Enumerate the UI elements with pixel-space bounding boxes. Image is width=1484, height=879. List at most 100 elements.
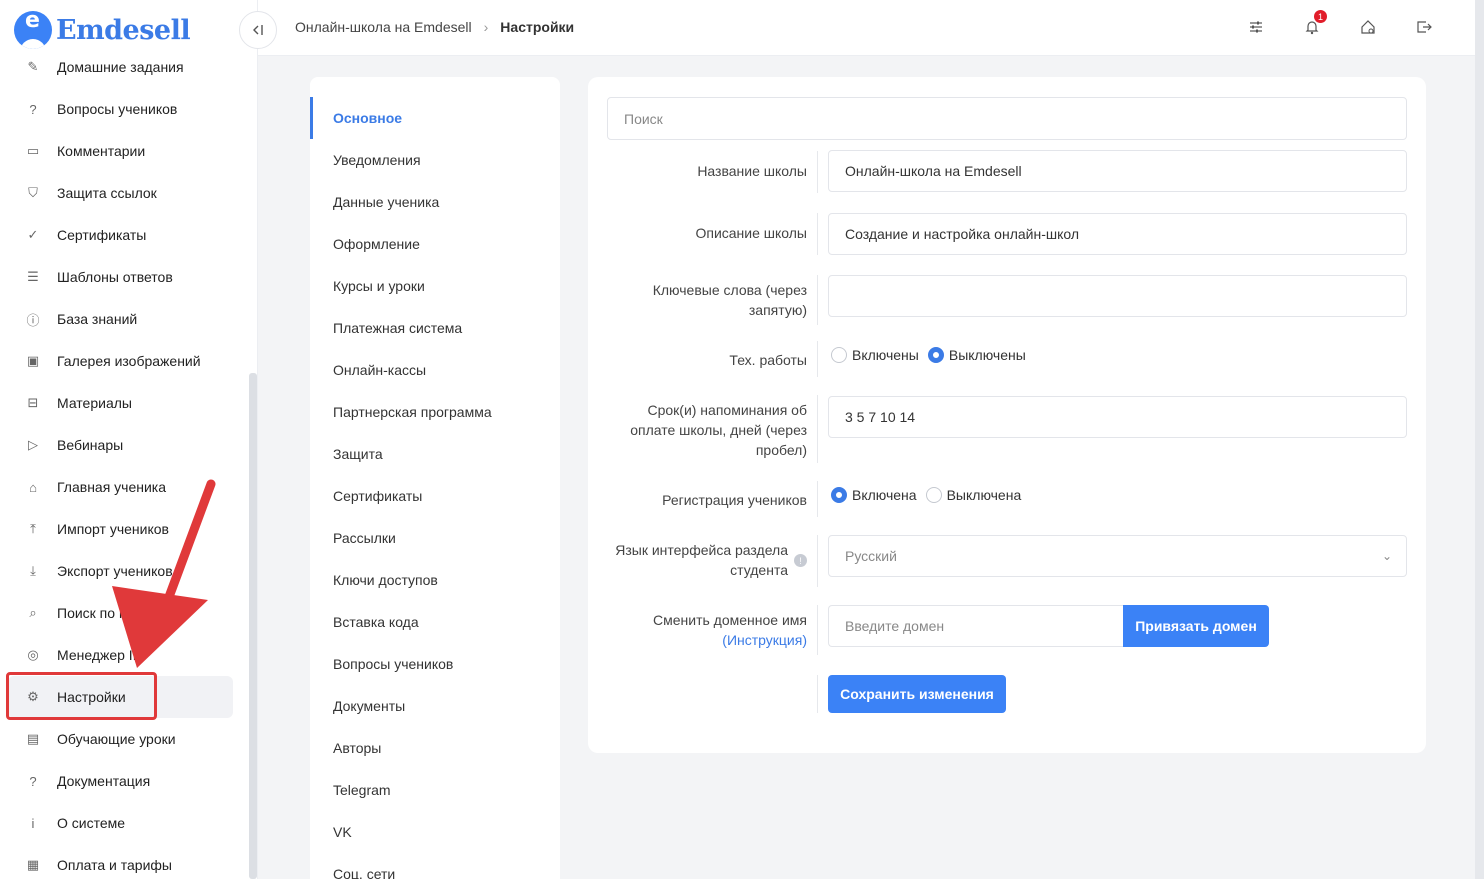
bind-domain-button[interactable]: Привязать домен	[1123, 605, 1269, 647]
domain-input[interactable]	[828, 605, 1124, 647]
pencil-icon: ✎	[27, 59, 39, 74]
info-icon[interactable]: !	[794, 554, 807, 567]
maintenance-off-radio[interactable]	[927, 347, 944, 363]
settings-nav-item[interactable]: Партнерская программа	[310, 391, 560, 433]
language-select[interactable]: Русский ⌄	[828, 535, 1407, 577]
settings-nav-item[interactable]: Платежная система	[310, 307, 560, 349]
page-scrollbar[interactable]	[1475, 0, 1484, 879]
sidebar-item[interactable]: ▣ Галерея изображений	[0, 340, 248, 382]
settings-nav-item[interactable]: Данные ученика	[310, 181, 560, 223]
settings-nav-item[interactable]: Вопросы учеников	[310, 643, 560, 685]
sidebar-item[interactable]: ⊟ Материалы	[0, 382, 248, 424]
play-icon: ▷	[28, 437, 38, 452]
chevron-down-icon: ⌄	[1381, 549, 1392, 563]
registration-on-radio[interactable]	[831, 487, 847, 503]
maintenance-on-radio[interactable]	[831, 347, 847, 363]
bell-icon[interactable]: 1	[1301, 10, 1327, 38]
divider	[817, 213, 818, 255]
sidebar-item-label: Вопросы учеников	[57, 101, 178, 117]
settings-nav-item[interactable]: Документы	[310, 685, 560, 727]
sidebar-item[interactable]: ◎ Менеджер IP	[0, 634, 248, 676]
receipt-icon: ▦	[26, 857, 40, 872]
sidebar-item-label: Шаблоны ответов	[57, 269, 173, 285]
chevron-right-icon: ›	[483, 19, 489, 35]
sidebar-nav: ✎ Домашние задания ? Вопросы учеников ▭ Комме…	[0, 46, 248, 879]
settings-nav-item[interactable]: Онлайн-кассы	[310, 349, 560, 391]
sidebar-item[interactable]: ⓘ База знаний	[0, 298, 248, 340]
settings-nav-item[interactable]: Оформление	[310, 223, 560, 265]
registration-off-radio[interactable]	[925, 487, 942, 503]
sidebar-item[interactable]: ▤ Обучающие уроки	[0, 718, 248, 760]
settings-nav-item[interactable]: VK	[310, 811, 560, 853]
settings-nav-item[interactable]: Основное	[310, 97, 560, 139]
sidebar-item[interactable]: i О системе	[0, 802, 248, 844]
settings-nav-item[interactable]: Рассылки	[310, 517, 560, 559]
sidebar-item[interactable]: ✎ Домашние задания	[0, 46, 248, 88]
sidebar-item[interactable]: ▦ Оплата и тарифы	[0, 844, 248, 879]
sidebar-item[interactable]: ✓ Сертификаты	[0, 214, 248, 256]
sidebar-item[interactable]: ⌂ Главная ученика	[0, 466, 248, 508]
breadcrumb: Онлайн-школа на Emdesell › Настройки	[295, 19, 574, 35]
sidebar-item-label: Экспорт учеников	[57, 563, 173, 579]
maintenance-on-label[interactable]: Включены	[852, 347, 919, 363]
sidebar-item-label: База знаний	[57, 311, 138, 327]
language-label: Язык интерфейса раздела студента	[615, 542, 788, 578]
sidebar-item[interactable]: ▷ Вебинары	[0, 424, 248, 466]
sidebar-item[interactable]: ☰ Шаблоны ответов	[0, 256, 248, 298]
settings-nav-item[interactable]: Уведомления	[310, 139, 560, 181]
sidebar-scrollbar[interactable]	[249, 373, 257, 879]
reminder-days-input[interactable]: 3 5 7 10 14	[828, 396, 1407, 438]
sidebar-item-label: Галерея изображений	[57, 353, 201, 369]
domain-label-text: Сменить доменное имя	[653, 612, 807, 628]
topbar: Онлайн-школа на Emdesell › Настройки 1	[239, 0, 1475, 56]
settings-nav-item[interactable]: Вставка кода	[310, 601, 560, 643]
save-changes-button[interactable]: Сохранить изменения	[828, 675, 1006, 713]
sidebar-item[interactable]: ⤒ Импорт учеников	[0, 508, 248, 550]
sidebar-item[interactable]: ? Вопросы учеников	[0, 88, 248, 130]
collapse-sidebar-button[interactable]	[239, 11, 277, 49]
divider	[817, 605, 818, 655]
settings-nav-item[interactable]: Защита	[310, 433, 560, 475]
search-input[interactable]	[607, 97, 1407, 140]
school-name-label: Название школы	[697, 163, 807, 179]
language-select-value: Русский	[845, 548, 897, 564]
target-icon: ◎	[27, 647, 39, 662]
sidebar-item[interactable]: ⚙ Настройки	[8, 676, 233, 718]
check-circle-icon: ✓	[27, 227, 39, 242]
domain-instruction-link[interactable]: (Инструкция)	[722, 632, 807, 648]
sidebar-item-label: Комментарии	[57, 143, 146, 159]
registration-off-label[interactable]: Выключена	[947, 487, 1022, 503]
sidebar-item[interactable]: ▭ Комментарии	[0, 130, 248, 172]
home-icon: ⌂	[29, 479, 37, 495]
settings-nav-item[interactable]: Соц. сети	[310, 853, 560, 879]
settings-nav-item[interactable]: Telegram	[310, 769, 560, 811]
sidebar-item[interactable]: ⛉ Защита ссылок	[0, 172, 248, 214]
sidebar-item[interactable]: ⤓ Экспорт учеников	[0, 550, 248, 592]
school-name-input[interactable]: Онлайн-школа на Emdesell	[828, 150, 1407, 192]
sidebar-item-label: Домашние задания	[57, 59, 184, 75]
sidebar-item-label: Документация	[57, 773, 151, 789]
settings-form-card: Название школы Онлайн-школа на Emdesell …	[588, 77, 1426, 753]
brand-logo[interactable]: e Emdesell	[14, 10, 191, 50]
sidebar-item-label: Главная ученика	[57, 479, 167, 495]
logout-icon[interactable]	[1413, 16, 1435, 38]
sidebar-item-label: Сертификаты	[57, 227, 147, 243]
breadcrumb-school[interactable]: Онлайн-школа на Emdesell	[295, 19, 472, 35]
sidebar-item[interactable]: ? Документация	[0, 760, 248, 802]
settings-nav-item[interactable]: Ключи доступов	[310, 559, 560, 601]
school-description-input[interactable]: Создание и настройка онлайн-школ	[828, 213, 1407, 255]
maintenance-off-label[interactable]: Выключены	[949, 347, 1026, 363]
divider	[817, 151, 818, 193]
divider	[817, 341, 818, 377]
settings-nav-item[interactable]: Курсы и уроки	[310, 265, 560, 307]
registration-on-label[interactable]: Включена	[852, 487, 917, 503]
upload-icon: ⤒	[30, 521, 36, 536]
keywords-input[interactable]	[828, 275, 1407, 317]
settings-nav-item[interactable]: Авторы	[310, 727, 560, 769]
sliders-icon[interactable]	[1245, 16, 1267, 38]
divider	[817, 395, 818, 463]
settings-nav-item[interactable]: Сертификаты	[310, 475, 560, 517]
sidebar-item[interactable]: ⌕ Поиск по кл	[0, 592, 248, 634]
divider	[817, 481, 818, 517]
home-settings-icon[interactable]	[1357, 16, 1379, 38]
